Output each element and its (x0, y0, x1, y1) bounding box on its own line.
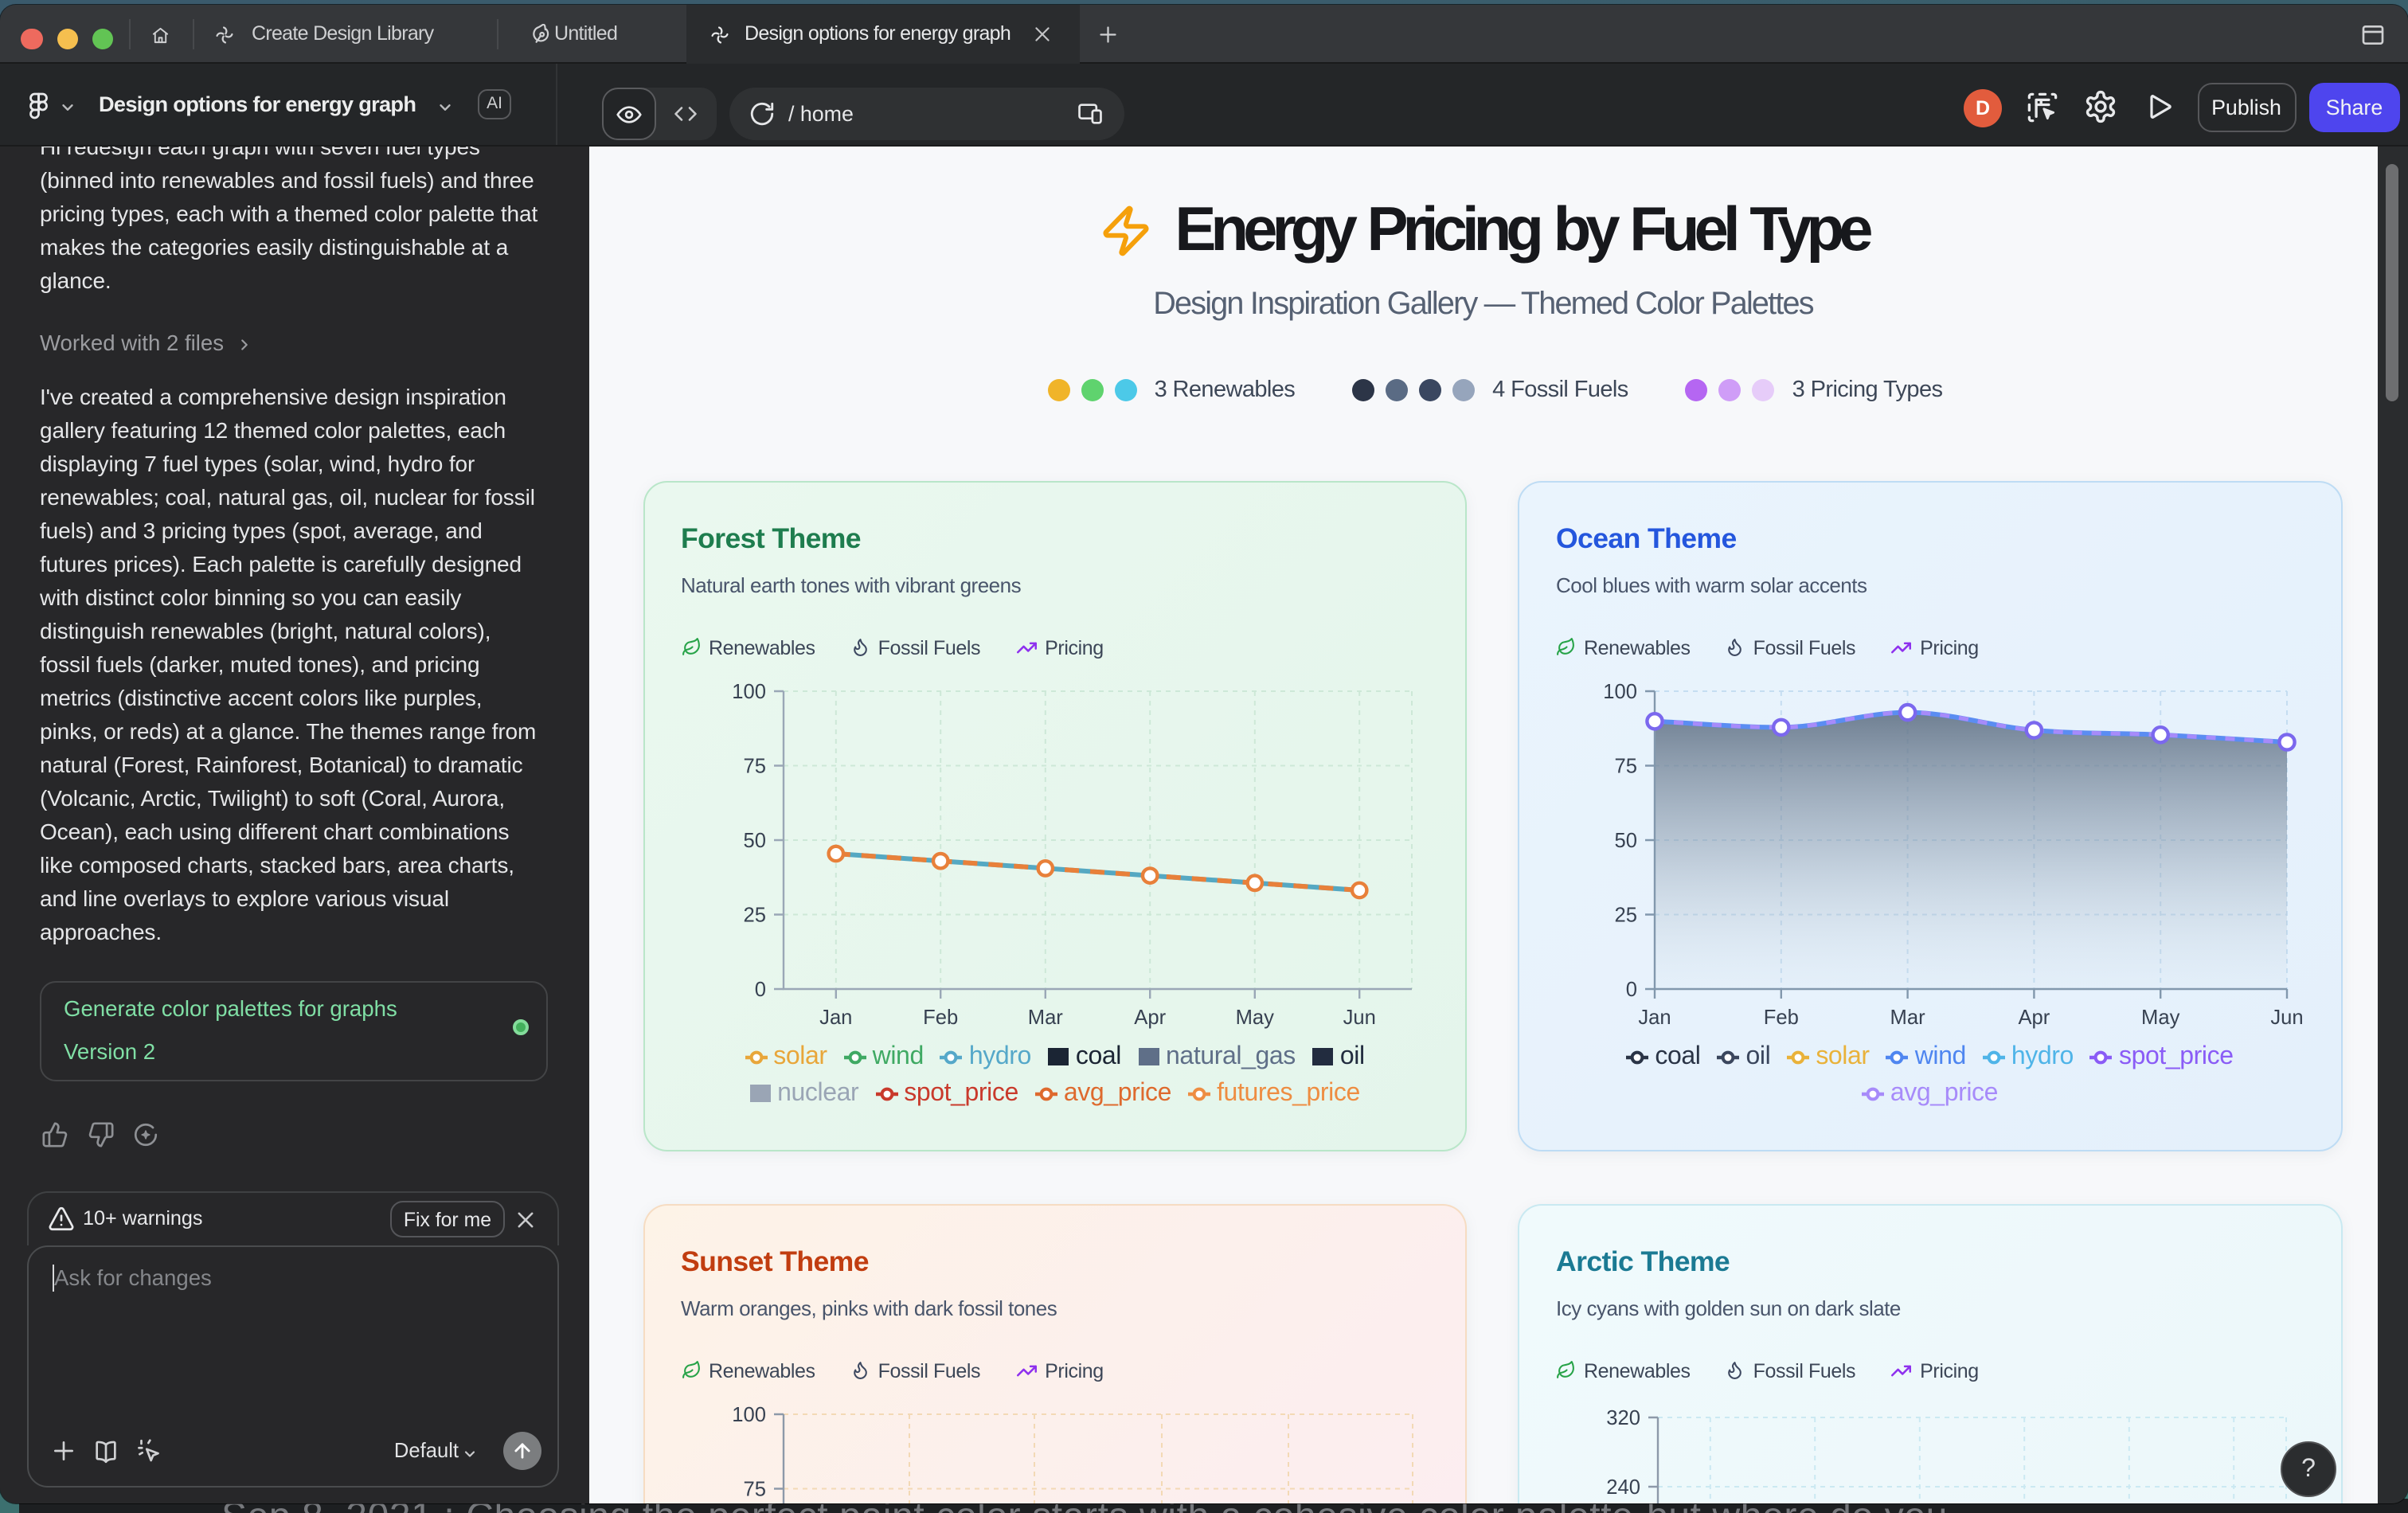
svg-text:240: 240 (1606, 1476, 1640, 1499)
svg-text:Jan: Jan (819, 1007, 851, 1029)
svg-text:Apr: Apr (1133, 1007, 1165, 1029)
svg-text:75: 75 (743, 755, 765, 777)
svg-text:100: 100 (1603, 681, 1637, 703)
svg-text:75: 75 (1615, 755, 1637, 777)
svg-text:Apr: Apr (2018, 1007, 2050, 1029)
svg-text:Mar: Mar (1890, 1007, 1926, 1029)
svg-text:320: 320 (1606, 1407, 1640, 1429)
svg-text:75: 75 (743, 1478, 765, 1500)
svg-text:Jan: Jan (1638, 1007, 1671, 1029)
svg-text:Jun: Jun (1343, 1007, 1375, 1029)
svg-text:0: 0 (1626, 979, 1637, 1001)
svg-text:Feb: Feb (1764, 1007, 1799, 1029)
svg-text:0: 0 (754, 979, 765, 1001)
svg-text:50: 50 (743, 830, 765, 852)
svg-text:50: 50 (1615, 830, 1637, 852)
svg-text:Mar: Mar (1027, 1007, 1063, 1029)
svg-text:100: 100 (731, 681, 765, 703)
svg-text:May: May (2141, 1007, 2180, 1029)
svg-text:25: 25 (1615, 904, 1637, 926)
svg-text:Jun: Jun (2270, 1007, 2303, 1029)
svg-text:25: 25 (743, 904, 765, 926)
svg-text:100: 100 (731, 1404, 765, 1426)
svg-text:May: May (1235, 1007, 1274, 1029)
svg-text:Feb: Feb (922, 1007, 957, 1029)
